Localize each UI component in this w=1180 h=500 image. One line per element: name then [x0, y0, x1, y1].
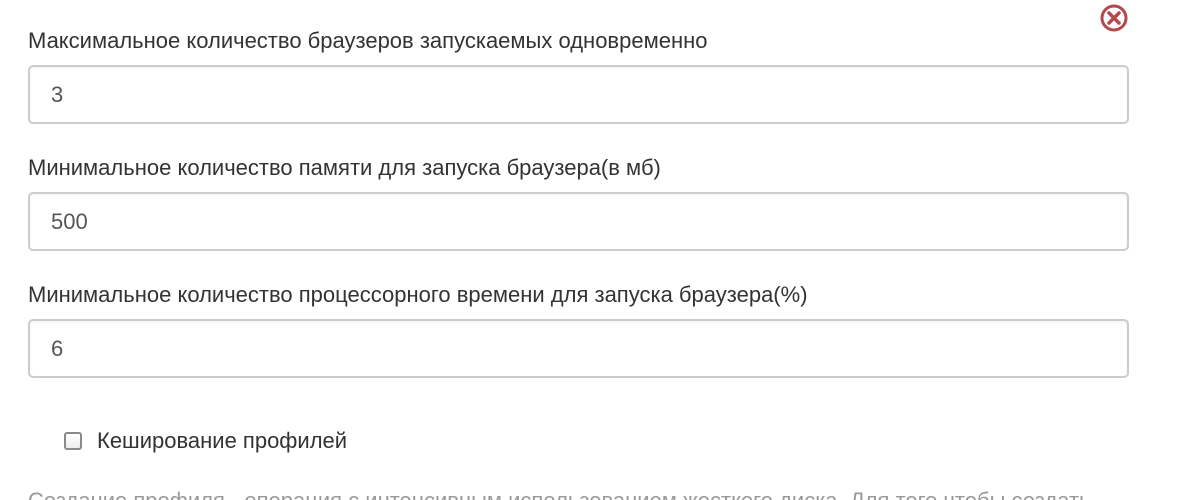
profile-cache-help-text: Создание профиля - операция с интенсивны… [28, 488, 1180, 500]
min-memory-input[interactable] [28, 192, 1129, 251]
profile-cache-checkbox[interactable] [64, 432, 82, 450]
max-browsers-group: Максимальное количество браузеров запуск… [28, 28, 1129, 124]
profile-cache-label[interactable]: Кеширование профилей [97, 428, 347, 454]
min-cpu-input[interactable] [28, 319, 1129, 378]
max-browsers-label: Максимальное количество браузеров запуск… [28, 28, 708, 53]
min-memory-group: Минимальное количество памяти для запуск… [28, 155, 1129, 251]
profile-cache-option[interactable]: Кеширование профилей [64, 428, 347, 454]
min-memory-label: Минимальное количество памяти для запуск… [28, 155, 661, 180]
min-cpu-group: Минимальное количество процессорного вре… [28, 282, 1129, 378]
settings-panel: Максимальное количество браузеров запуск… [0, 0, 1180, 500]
max-browsers-input[interactable] [28, 65, 1129, 124]
min-cpu-label: Минимальное количество процессорного вре… [28, 282, 808, 307]
